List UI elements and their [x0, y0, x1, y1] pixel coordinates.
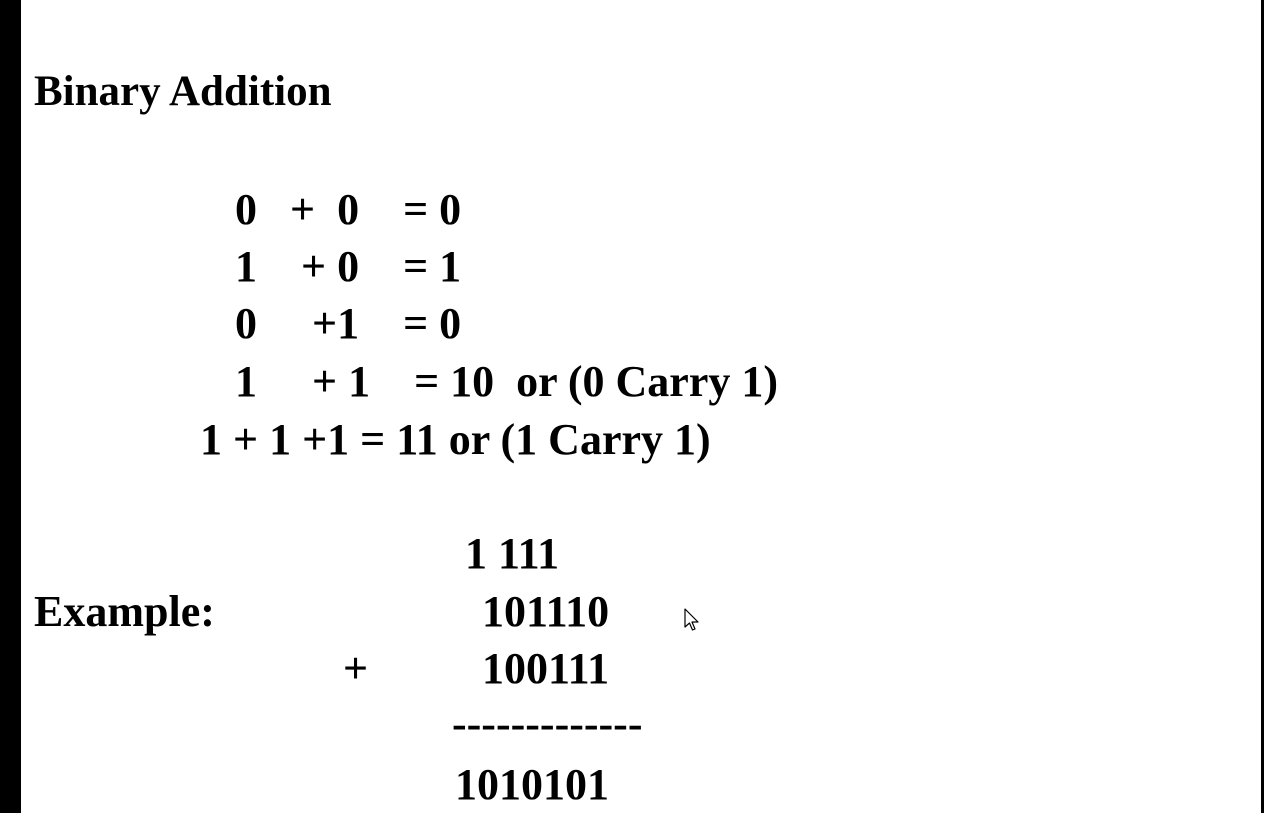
- example-operand-1: 101110: [482, 587, 610, 636]
- example-operand-2: 100111: [482, 644, 610, 693]
- page-title: Binary Addition: [34, 68, 332, 115]
- rule-line: 0 + 0 = 0: [235, 185, 462, 234]
- example-result: 1010101: [455, 760, 609, 809]
- slide-frame: Binary Addition 0 + 0 = 0 1 + 0 = 1 0 +1…: [0, 0, 1264, 813]
- left-border: [0, 0, 21, 813]
- mouse-pointer-icon: [684, 608, 699, 631]
- rule-line: 1 + 1 = 10 or (0 Carry 1): [235, 357, 779, 406]
- rule-line: 0 +1 = 0: [235, 299, 462, 348]
- example-carry-row: 1 111: [465, 529, 560, 578]
- rule-line: 1 + 0 = 1: [235, 242, 462, 291]
- example-separator: -------------: [452, 699, 643, 748]
- example-plus-sign: +: [343, 644, 369, 693]
- example-label: Example:: [34, 587, 215, 636]
- rule-line: 1 + 1 +1 = 11 or (1 Carry 1): [200, 415, 711, 464]
